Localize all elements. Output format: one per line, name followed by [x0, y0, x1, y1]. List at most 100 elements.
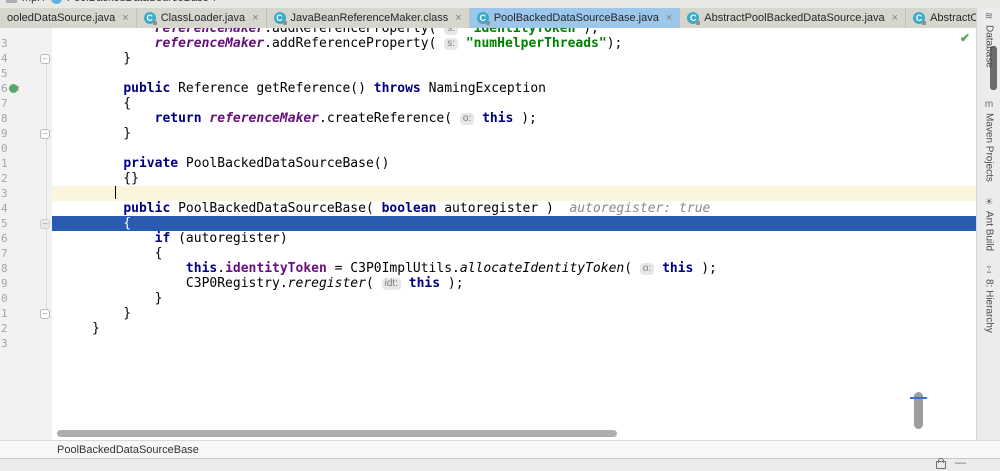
tab-close-icon[interactable]: × — [892, 12, 898, 24]
debugger-inline-value: autoregister: true — [569, 201, 711, 216]
code-line[interactable]: 4– } — [0, 51, 976, 66]
code-line[interactable]: 1 private PoolBackedDataSourceBase() — [0, 156, 976, 171]
code-line[interactable]: 8 this.identityToken = C3P0ImplUtils.all… — [0, 261, 976, 276]
code-token: ( — [624, 261, 640, 276]
code-line[interactable]: 2} — [0, 321, 976, 336]
line-number: 7 — [1, 97, 8, 110]
gutter-cell: 9– — [0, 126, 52, 141]
line-number: 7 — [1, 247, 8, 260]
horizontal-scrollbar[interactable] — [57, 430, 617, 437]
code-text: referenceMaker.addReferenceProperty( s: … — [52, 28, 976, 36]
tab-close-icon[interactable]: × — [666, 12, 672, 24]
editor-tab[interactable]: CAbstractComboPooledDataSource.java× — [906, 8, 976, 28]
code-editor[interactable]: referenceMaker.addReferenceProperty( s: … — [0, 28, 976, 440]
tool-button-ant-build[interactable]: ☀ Ant Build — [977, 198, 1000, 252]
code-text: } — [52, 126, 976, 141]
gutter-cell: 1 — [0, 156, 52, 171]
tool-button-database[interactable]: ≋ Database — [977, 12, 1000, 68]
fold-marker-icon[interactable]: – — [40, 54, 50, 64]
code-line[interactable]: 3 referenceMaker.addReferenceProperty( s… — [0, 36, 976, 51]
tab-close-icon[interactable]: × — [252, 12, 258, 24]
code-token: throws — [373, 81, 421, 96]
inspection-status-icon[interactable]: ✔ — [960, 31, 970, 45]
code-token: } — [92, 126, 132, 141]
lock-icon[interactable] — [936, 458, 946, 469]
parameter-hint: o: — [459, 113, 475, 125]
parameter-hint: s: — [444, 28, 458, 35]
code-line[interactable]: 5 — [0, 66, 976, 81]
line-number: 9 — [1, 277, 8, 290]
breadcrumb[interactable]: PoolBackedDataSourceBase — [67, 0, 209, 4]
line-number: 8 — [1, 262, 8, 275]
fold-marker-icon[interactable]: – — [40, 129, 50, 139]
editor-tab-bar: ooledDataSource.java × C ClassLoader.java × C… — [0, 8, 976, 29]
code-token: if — [154, 231, 171, 246]
code-line[interactable]: referenceMaker.addReferenceProperty( s: … — [0, 28, 976, 36]
code-line[interactable]: 6 public Reference getReference() throws… — [0, 81, 976, 96]
code-token: } — [92, 306, 132, 321]
tab-close-icon[interactable]: × — [455, 12, 461, 24]
java-class-icon: C — [476, 12, 490, 25]
code-text: public Reference getReference() throws N… — [52, 81, 976, 96]
override-method-icon[interactable] — [9, 81, 21, 96]
code-line[interactable]: 5– { — [0, 216, 976, 231]
fold-marker-icon[interactable]: – — [40, 309, 50, 319]
text-caret — [115, 186, 117, 199]
tool-button-maven-projects[interactable]: m Maven Projects — [977, 100, 1000, 182]
code-token: . — [217, 261, 226, 276]
code-token: "numHelperThreads" — [465, 36, 607, 51]
code-token: referenceMaker — [154, 36, 265, 51]
code-text: referenceMaker.addReferenceProperty( s: … — [52, 36, 976, 51]
code-line[interactable]: 8 return referenceMaker.createReference(… — [0, 111, 976, 126]
code-line[interactable]: 1– } — [0, 306, 976, 321]
line-number: 0 — [1, 292, 8, 305]
code-line[interactable]: 7 { — [0, 246, 976, 261]
gutter-cell: 5 — [0, 66, 52, 81]
code-token: .createReference( — [319, 111, 460, 126]
code-line[interactable]: 2 {} — [0, 171, 976, 186]
code-line[interactable]: 9 C3P0Registry.reregister( idt: this ); — [0, 276, 976, 291]
code-token: return — [154, 111, 202, 126]
tool-button-8-hierarchy[interactable]: ⑄ 8: Hierarchy — [977, 266, 1000, 333]
line-number: 4 — [1, 52, 8, 65]
gutter-cell: 4 — [0, 201, 52, 216]
editor-tab[interactable]: ooledDataSource.java × — [0, 8, 137, 28]
tab-close-icon[interactable]: × — [122, 12, 128, 24]
code-token: .addReferenceProperty( — [264, 36, 445, 51]
line-number: 5 — [1, 217, 8, 230]
code-line[interactable]: 3 — [0, 186, 976, 201]
code-line[interactable]: 0 } — [0, 291, 976, 306]
editor-tab[interactable]: C JavaBeanReferenceMaker.class × — [267, 8, 470, 28]
code-token: referenceMaker — [154, 28, 265, 36]
tool-button-label: 8: Hierarchy — [983, 279, 995, 333]
code-token: { — [92, 96, 132, 111]
fold-marker-icon[interactable]: – — [40, 219, 50, 229]
code-line[interactable]: 0 — [0, 141, 976, 156]
editor-tab[interactable]: C PoolBackedDataSourceBase.java × — [469, 8, 681, 28]
tool-button-label: Maven Projects — [983, 113, 995, 182]
gutter-cell: 6 — [0, 81, 52, 96]
breadcrumb[interactable]: mpl / — [22, 0, 46, 4]
editor-tab[interactable]: C ClassLoader.java × — [137, 8, 267, 28]
tab-label: PoolBackedDataSourceBase.java — [493, 12, 659, 24]
code-line[interactable]: 6 if (autoregister) — [0, 231, 976, 246]
line-number: 2 — [1, 172, 8, 185]
editor-tab[interactable]: C AbstractPoolBackedDataSource.java × — [680, 8, 907, 28]
code-line[interactable]: 3 — [0, 336, 976, 351]
code-text: { — [52, 246, 976, 261]
code-line[interactable]: 4 public PoolBackedDataSourceBase( boole… — [0, 201, 976, 216]
hector-icon[interactable]: — — [955, 457, 966, 469]
gutter-cell: 2 — [0, 321, 52, 336]
code-token: { — [92, 246, 163, 261]
gutter-cell: 3 — [0, 186, 52, 201]
line-number: 2 — [1, 322, 8, 335]
tab-label: ClassLoader.java — [160, 12, 246, 24]
code-line[interactable]: 7 { — [0, 96, 976, 111]
code-line[interactable]: 9– } — [0, 126, 976, 141]
breadcrumb-class[interactable]: PoolBackedDataSourceBase — [57, 444, 199, 456]
